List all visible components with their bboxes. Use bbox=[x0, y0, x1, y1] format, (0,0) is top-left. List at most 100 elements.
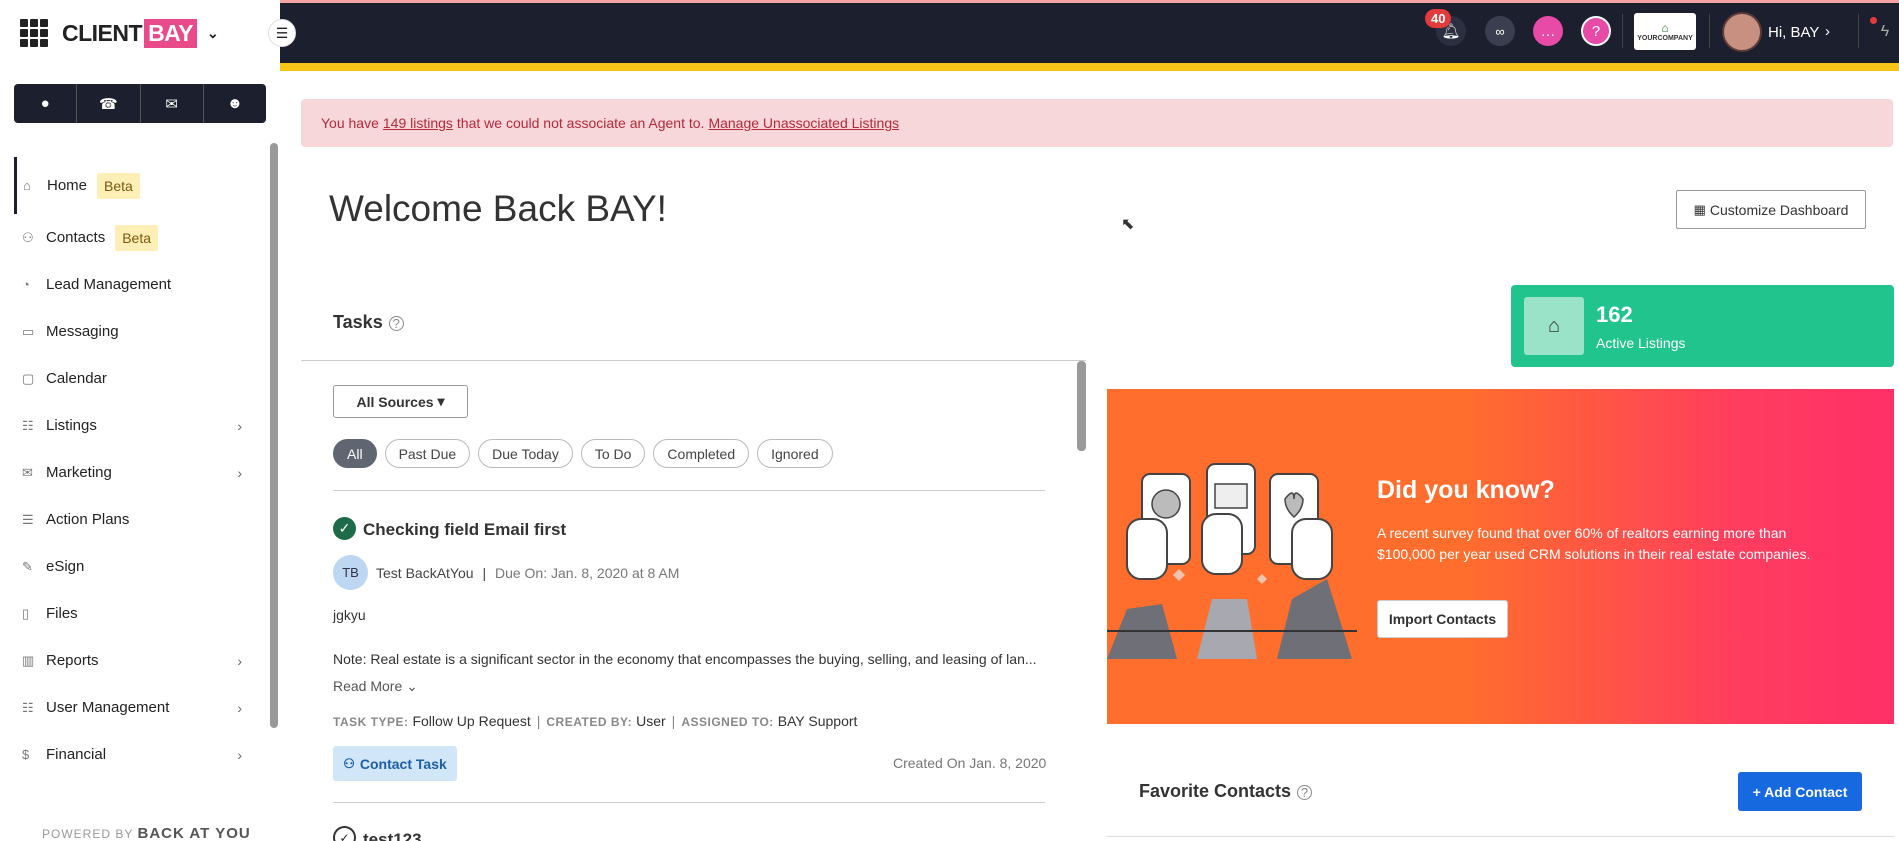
sidebar-item-messaging[interactable]: ▭ Messaging bbox=[14, 308, 264, 355]
sidebar-nav: ⌂ Home Beta ⚇ Contacts Beta ◔ Lead Management… bbox=[14, 157, 264, 778]
task-note: Note: Real estate is a significant secto… bbox=[333, 651, 1043, 667]
home-icon: ⌂ bbox=[23, 178, 31, 193]
chevron-right-icon: › bbox=[237, 699, 242, 716]
sidebar-item-user-management[interactable]: ☷ User Management › bbox=[14, 684, 264, 731]
task-due-date: Due On: Jan. 8, 2020 at 8 AM bbox=[494, 565, 680, 581]
collapse-sidebar-icon[interactable]: ☰ bbox=[268, 19, 296, 47]
import-contacts-button[interactable]: Import Contacts bbox=[1377, 600, 1508, 638]
listings-count-link[interactable]: 149 listings bbox=[383, 115, 453, 131]
contacts-icon: ⚇ bbox=[22, 229, 34, 245]
task-type-value: Follow Up Request bbox=[412, 713, 531, 729]
divider bbox=[333, 802, 1045, 803]
sidebar-item-label: Messaging bbox=[46, 323, 119, 340]
favorite-contacts-title: Favorite Contacts? bbox=[1139, 781, 1313, 802]
chevron-right-icon[interactable]: › bbox=[1825, 23, 1830, 40]
separator: | bbox=[671, 713, 676, 729]
read-more-link[interactable]: Read More ⌄ bbox=[333, 678, 418, 695]
sources-dropdown-label: All Sources bbox=[356, 393, 434, 410]
unassociated-listings-alert: You have 149 listings that we could not … bbox=[301, 99, 1893, 147]
mail-icon: ✉ bbox=[22, 464, 33, 480]
topbar-divider bbox=[1858, 14, 1859, 48]
check-circle-icon[interactable]: ✓ bbox=[333, 826, 356, 841]
customize-dashboard-label: Customize Dashboard bbox=[1709, 201, 1849, 218]
sidebar: CLIENT BAY ⌄ ● ☎ ✉ ☻ ⌂ Home Beta ⚇ Contacts B… bbox=[0, 0, 280, 841]
task-title[interactable]: Checking field Email first bbox=[363, 520, 566, 540]
phone-icon[interactable]: ☎ bbox=[77, 84, 141, 123]
read-more-label: Read More bbox=[333, 678, 403, 694]
alert-prefix: You have bbox=[321, 115, 379, 131]
sidebar-item-files[interactable]: ▯ Files bbox=[14, 590, 264, 637]
grid-icon: ▦ bbox=[1693, 201, 1706, 217]
listings-count: 162 bbox=[1596, 302, 1633, 327]
sidebar-item-action-plans[interactable]: ☰ Action Plans bbox=[14, 496, 264, 543]
promo-title: Did you know? bbox=[1377, 476, 1555, 504]
add-user-icon[interactable]: ☻ bbox=[204, 84, 266, 123]
sidebar-scrollbar[interactable] bbox=[270, 143, 278, 728]
sidebar-item-lead-management[interactable]: ◔ Lead Management bbox=[14, 261, 264, 308]
topbar-divider bbox=[1709, 14, 1710, 48]
pen-icon: ✎ bbox=[22, 558, 33, 574]
help-icon[interactable]: ? bbox=[388, 315, 404, 331]
manage-unassociated-link[interactable]: Manage Unassociated Listings bbox=[708, 115, 899, 131]
chat-bubble-icon[interactable]: … bbox=[1533, 16, 1563, 46]
quick-actions-bar: ● ☎ ✉ ☻ bbox=[14, 84, 266, 123]
plans-icon: ☰ bbox=[22, 511, 34, 527]
mouse-cursor-icon: ⬉ bbox=[1121, 216, 1135, 233]
completed-check-icon[interactable]: ✓ bbox=[333, 517, 356, 540]
contact-task-tag[interactable]: ⚇ Contact Task bbox=[333, 746, 457, 781]
task-type-key: TASK TYPE: bbox=[333, 715, 409, 729]
sidebar-item-financial[interactable]: $ Financial › bbox=[14, 731, 264, 778]
customize-dashboard-button[interactable]: ▦ Customize Dashboard bbox=[1676, 190, 1866, 229]
filter-ignored[interactable]: Ignored bbox=[757, 439, 833, 468]
sidebar-item-marketing[interactable]: ✉ Marketing › bbox=[14, 449, 264, 496]
assigned-to-key: ASSIGNED TO: bbox=[681, 715, 774, 729]
notification-count-badge: 40 bbox=[1425, 9, 1452, 28]
sidebar-item-label: Listings bbox=[46, 417, 97, 434]
active-listings-card[interactable]: ⌂ 162 Active Listings bbox=[1511, 285, 1894, 367]
brand-name: CLIENT BAY ⌄ bbox=[62, 18, 219, 48]
help-icon[interactable]: ? bbox=[1297, 784, 1313, 800]
user-greeting[interactable]: Hi, BAY bbox=[1768, 24, 1819, 41]
sidebar-item-listings[interactable]: ☷ Listings › bbox=[14, 402, 264, 449]
filter-due-today[interactable]: Due Today bbox=[478, 439, 573, 468]
sidebar-item-reports[interactable]: ▥ Reports › bbox=[14, 637, 264, 684]
sidebar-item-label: Calendar bbox=[46, 370, 107, 387]
sidebar-item-contacts[interactable]: ⚇ Contacts Beta bbox=[14, 214, 264, 261]
brand-client-text: CLIENT bbox=[62, 19, 143, 46]
task-title[interactable]: test123 bbox=[363, 830, 422, 841]
sidebar-item-label: Action Plans bbox=[46, 511, 130, 528]
avatar[interactable] bbox=[1722, 12, 1762, 52]
mail-icon[interactable]: ✉ bbox=[141, 84, 204, 123]
divider bbox=[1107, 836, 1894, 837]
filter-all[interactable]: All bbox=[333, 439, 377, 468]
app-logo[interactable]: CLIENT BAY ⌄ bbox=[20, 14, 219, 52]
sidebar-item-esign[interactable]: ✎ eSign bbox=[14, 543, 264, 590]
sidebar-item-calendar[interactable]: ▢ Calendar bbox=[14, 355, 264, 402]
beta-badge: Beta bbox=[97, 172, 140, 199]
link-icon[interactable]: ∞ bbox=[1485, 16, 1515, 46]
app-grid-icon[interactable] bbox=[20, 19, 48, 47]
chevron-right-icon: › bbox=[237, 746, 242, 763]
filter-to-do[interactable]: To Do bbox=[580, 439, 646, 468]
help-icon[interactable]: ? bbox=[1581, 16, 1611, 46]
chat-icon[interactable]: ● bbox=[14, 84, 78, 123]
add-contact-button[interactable]: + Add Contact bbox=[1738, 772, 1862, 811]
tasks-title: Tasks? bbox=[333, 312, 404, 333]
task-contact[interactable]: Test BackAtYou bbox=[376, 565, 474, 581]
tasks-scrollbar[interactable] bbox=[1077, 361, 1086, 451]
chevron-down-icon[interactable]: ⌄ bbox=[207, 25, 219, 42]
separator: | bbox=[536, 713, 541, 729]
page-title: Welcome Back BAY! bbox=[329, 188, 667, 229]
phones-illustration bbox=[1107, 463, 1357, 659]
people-icon: ⚇ bbox=[343, 755, 355, 771]
bolt-icon[interactable]: ϟ bbox=[1872, 18, 1898, 46]
filter-completed[interactable]: Completed bbox=[653, 439, 750, 468]
file-icon: ▯ bbox=[22, 605, 30, 621]
sidebar-item-home[interactable]: ⌂ Home Beta bbox=[14, 157, 264, 214]
filter-past-due[interactable]: Past Due bbox=[384, 439, 471, 468]
beta-badge: Beta bbox=[115, 224, 159, 251]
sources-dropdown[interactable]: All Sources ▾ bbox=[333, 385, 468, 418]
company-logo[interactable]: ⌂ YOURCOMPANY bbox=[1634, 13, 1696, 50]
contact-task-label: Contact Task bbox=[359, 755, 447, 772]
sidebar-item-label: Marketing bbox=[46, 464, 112, 481]
